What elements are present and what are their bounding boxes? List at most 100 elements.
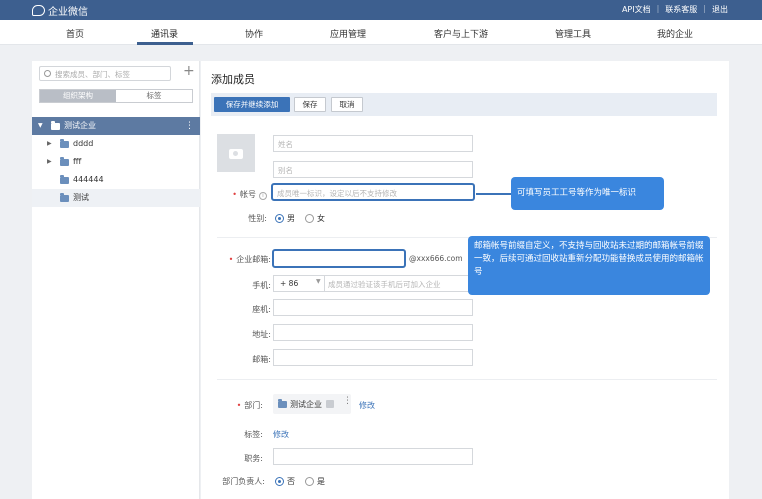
tag-edit-link[interactable]: 修改	[273, 429, 289, 440]
leader-no-radio[interactable]: 否	[275, 476, 295, 487]
tab-collaboration[interactable]: 协作	[245, 27, 263, 40]
email-label-text: 企业邮箱:	[236, 255, 271, 264]
leader-yes-radio[interactable]: 是	[305, 476, 325, 487]
alias-input[interactable]: 别名	[273, 161, 473, 178]
department-name: 测试企业	[290, 400, 322, 409]
api-docs-link[interactable]: API文档	[622, 4, 651, 15]
name-placeholder: 姓名	[278, 140, 293, 149]
tree-item-label: fff	[73, 157, 82, 166]
tab-app-management[interactable]: 应用管理	[330, 27, 366, 40]
caret-right-icon[interactable]: ▶	[47, 153, 52, 171]
gender-male-label: 男	[287, 214, 295, 223]
account-placeholder: 成员唯一标识，设定以后不支持修改	[277, 189, 397, 198]
mail-input[interactable]	[273, 349, 473, 366]
account-label-text: 帐号	[240, 190, 256, 199]
form-toolbar: 保存并继续添加 保存 取消	[211, 93, 717, 116]
separator: |	[656, 4, 660, 13]
add-icon[interactable]: +	[183, 64, 195, 78]
tree-item[interactable]: ▶ dddd	[32, 135, 200, 153]
search-icon	[44, 70, 51, 77]
cancel-button[interactable]: 取消	[331, 97, 363, 112]
phone-input[interactable]: + 86 ▼ 成员通过验证该手机后可加入企业	[273, 275, 473, 292]
radio-checked-icon	[275, 214, 284, 223]
tree-item[interactable]: 测试	[32, 189, 200, 207]
gender-male-radio[interactable]: 男	[275, 213, 295, 224]
tab-contacts[interactable]: 通讯录	[151, 27, 178, 40]
more-icon[interactable]: ⋮	[343, 396, 352, 406]
tip-connector	[407, 259, 469, 261]
tab-home[interactable]: 首页	[66, 27, 84, 40]
phone-country-code[interactable]: + 86	[280, 279, 298, 288]
landline-input[interactable]	[273, 299, 473, 316]
account-hint-callout: 可填写员工工号等作为唯一标识	[511, 177, 664, 210]
member-search-input[interactable]: 搜索成员、部门、标签	[39, 66, 171, 81]
department-label: • 部门:	[236, 401, 263, 410]
position-input[interactable]	[273, 448, 473, 465]
email-label: • 企业邮箱:	[228, 255, 271, 264]
app-name: 企业微信	[48, 6, 88, 18]
caret-down-icon[interactable]: ▼	[38, 117, 43, 135]
tree-item-label: dddd	[73, 139, 94, 148]
tip-connector	[476, 193, 512, 195]
tree-item[interactable]: ▶ fff	[32, 153, 200, 171]
gender-female-label: 女	[317, 214, 325, 223]
company-email-input[interactable]	[272, 249, 406, 268]
avatar-upload[interactable]	[217, 134, 255, 172]
view-switch: 组织架构 标签	[39, 89, 193, 103]
logout-link[interactable]: 退出	[712, 4, 728, 15]
folder-icon	[60, 175, 69, 184]
address-input[interactable]	[273, 324, 473, 341]
segment-org-structure[interactable]: 组织架构	[40, 90, 116, 102]
leader-no-label: 否	[287, 477, 295, 486]
tab-my-company[interactable]: 我的企业	[657, 27, 693, 40]
folder-icon	[278, 399, 287, 408]
gender-female-radio[interactable]: 女	[305, 213, 325, 224]
tree-item-label: 测试企业	[64, 121, 96, 130]
folder-icon	[51, 121, 60, 130]
save-button[interactable]: 保存	[294, 97, 326, 112]
account-label: • 帐号 i	[219, 189, 267, 200]
tree-item-root[interactable]: ▼ 测试企业 ⋮	[32, 117, 200, 135]
caret-right-icon[interactable]: ▶	[47, 135, 52, 153]
remove-icon[interactable]	[326, 400, 334, 408]
leader-yes-label: 是	[317, 477, 325, 486]
email-hint-callout: 邮箱帐号前缀自定义，不支持与回收站未过期的邮箱帐号前缀一致，后续可通过回收站重新…	[468, 236, 710, 295]
info-icon[interactable]: i	[259, 192, 267, 200]
radio-unchecked-icon	[305, 477, 314, 486]
active-tab-indicator	[137, 42, 193, 45]
department-label-text: 部门:	[244, 401, 263, 410]
folder-icon	[60, 193, 69, 202]
chevron-down-icon[interactable]: ▼	[316, 278, 321, 285]
phone-placeholder: 成员通过验证该手机后可加入企业	[328, 280, 441, 289]
tree-item[interactable]: 444444	[32, 171, 200, 189]
camera-icon	[229, 149, 243, 159]
tree-item-label: 444444	[73, 175, 104, 184]
tree-item-label: 测试	[73, 193, 89, 202]
top-bar: 企业微信 API文档 | 联系客服 | 退出	[0, 0, 762, 20]
more-icon[interactable]: ⋮	[185, 117, 194, 135]
section-divider	[217, 379, 717, 380]
gender-label: 性别:	[248, 214, 267, 223]
contact-support-link[interactable]: 联系客服	[665, 4, 697, 15]
dept-leader-label: 部门负责人:	[222, 477, 265, 486]
alias-placeholder: 别名	[278, 166, 293, 175]
account-input[interactable]: 成员唯一标识，设定以后不支持修改	[271, 183, 475, 201]
name-input[interactable]: 姓名	[273, 135, 473, 152]
page-title: 添加成员	[211, 73, 255, 86]
folder-icon	[60, 157, 69, 166]
tag-label: 标签:	[244, 430, 263, 439]
position-label: 职务:	[244, 454, 263, 463]
radio-checked-icon	[275, 477, 284, 486]
main-nav: 首页 通讯录 协作 应用管理 客户与上下游 管理工具 我的企业	[0, 20, 762, 45]
folder-icon	[60, 139, 69, 148]
divider	[324, 276, 325, 291]
tab-customers[interactable]: 客户与上下游	[434, 27, 488, 40]
segment-tags[interactable]: 标签	[116, 90, 192, 102]
tab-management-tools[interactable]: 管理工具	[555, 27, 591, 40]
mail-label: 邮箱:	[252, 355, 271, 364]
save-and-continue-button[interactable]: 保存并继续添加	[214, 97, 290, 112]
department-edit-link[interactable]: 修改	[359, 400, 375, 411]
org-sidebar: 搜索成员、部门、标签 + 组织架构 标签 ▼ 测试企业 ⋮ ▶ dddd ▶ f…	[32, 61, 200, 499]
app-logo[interactable]: 企业微信	[32, 3, 88, 18]
department-chip[interactable]: 测试企业	[273, 394, 351, 414]
